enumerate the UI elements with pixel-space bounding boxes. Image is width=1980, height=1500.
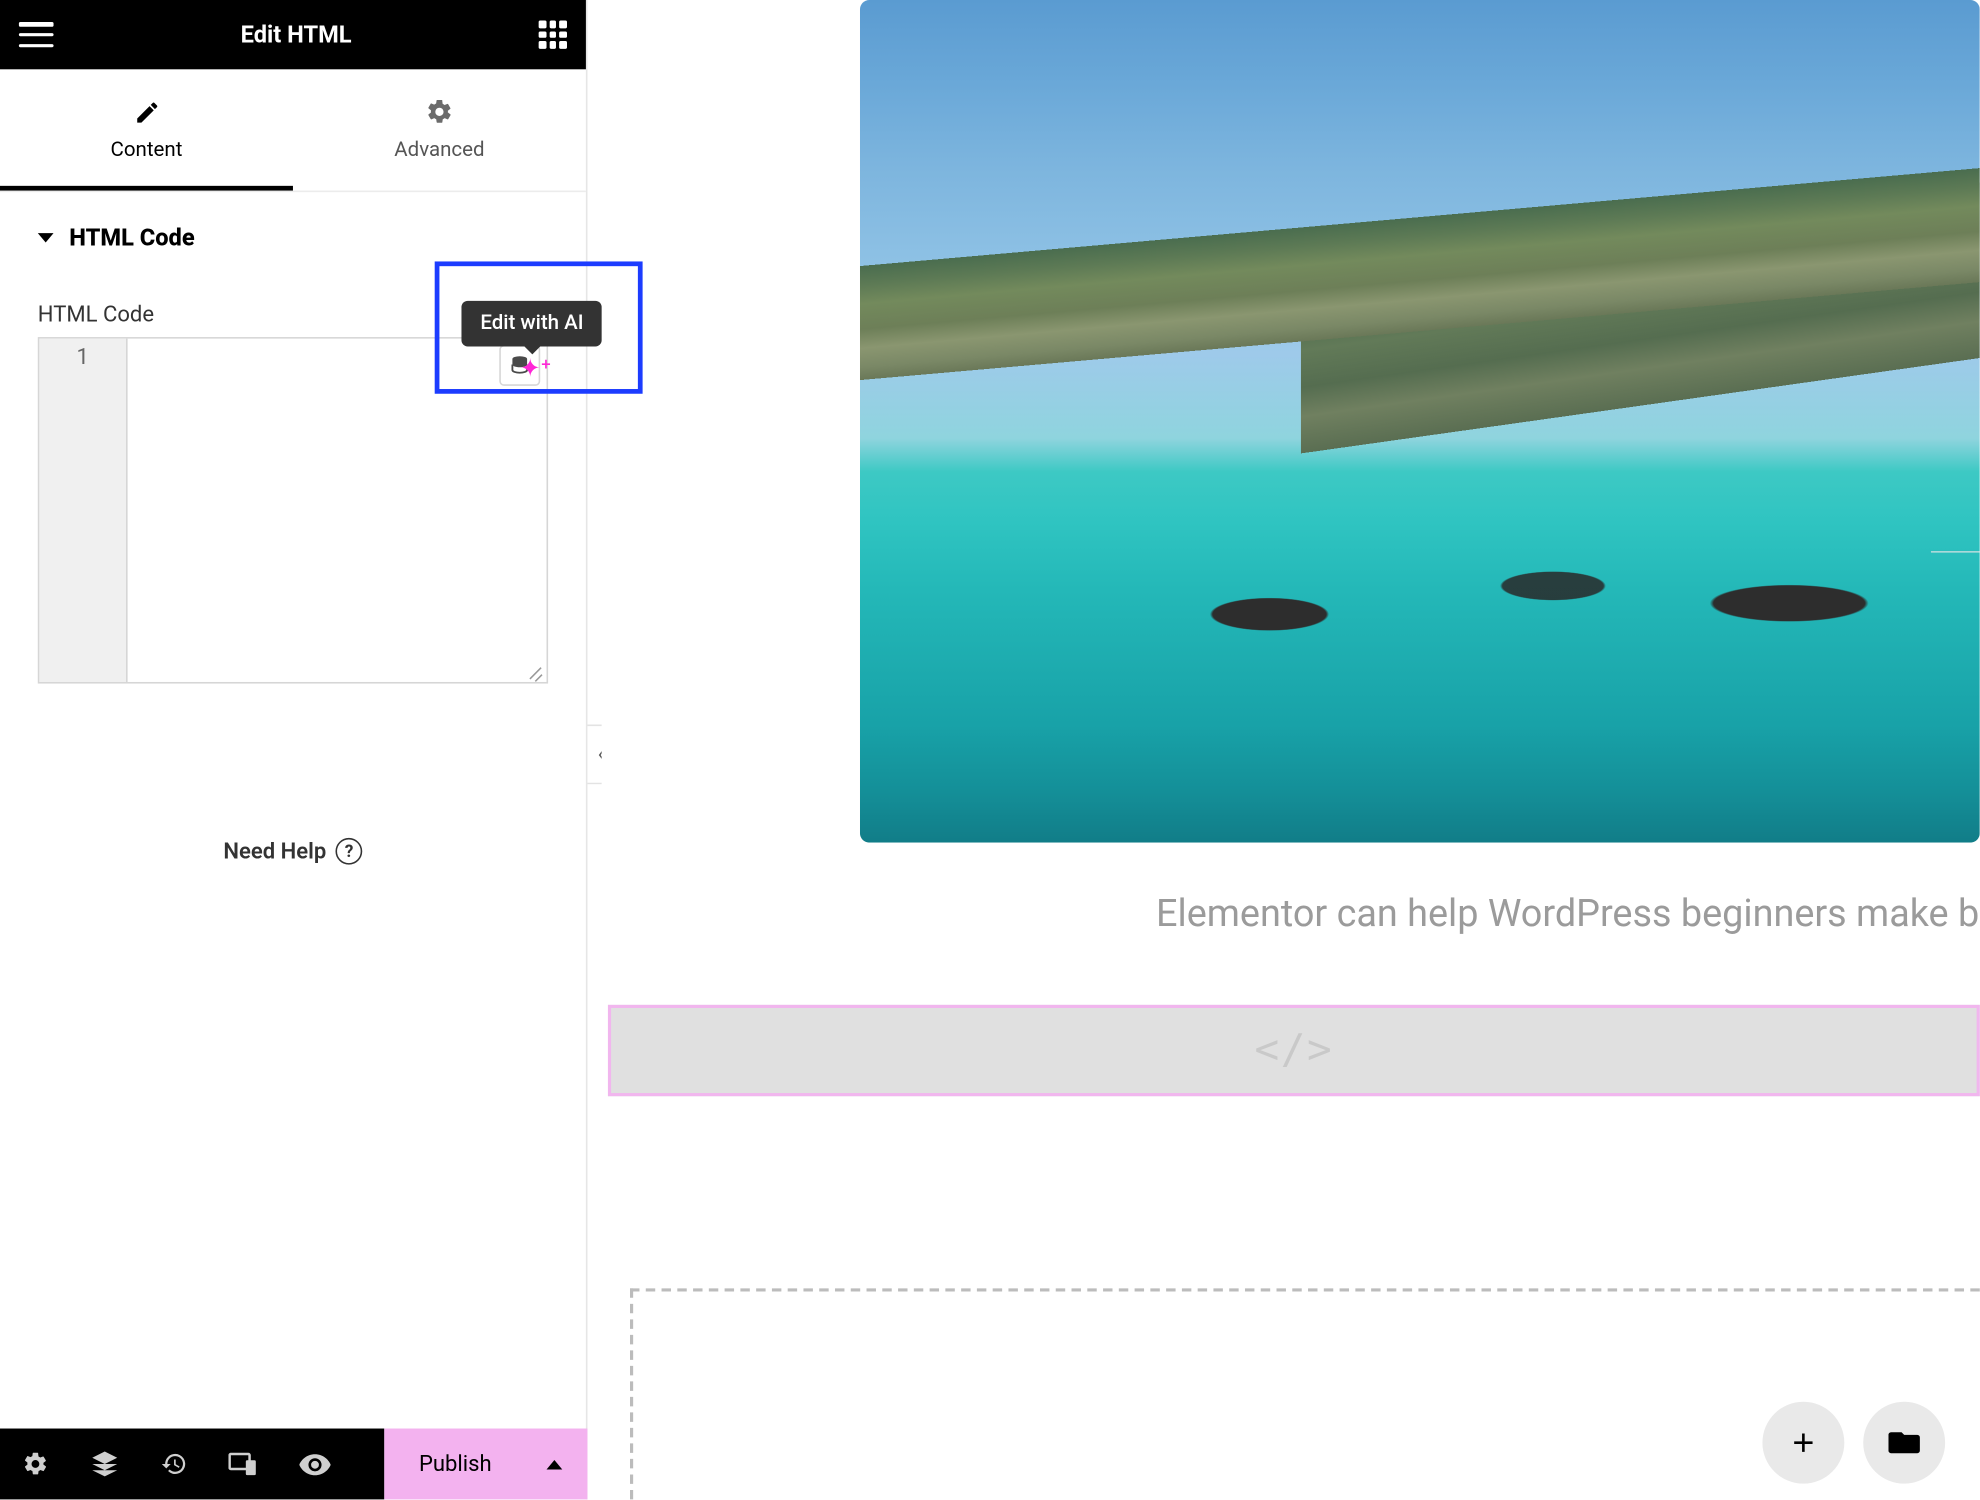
editor-sidebar: Edit HTML Content Advanced HTML Code	[0, 0, 587, 1499]
settings-icon[interactable]	[22, 1451, 49, 1478]
preview-canvas: Elementor can help WordPress beginners m…	[602, 0, 1980, 1499]
plus-icon	[1788, 1427, 1820, 1459]
preview-icon[interactable]	[299, 1453, 331, 1475]
panel-title: Edit HTML	[54, 20, 539, 48]
resize-handle[interactable]	[528, 663, 544, 679]
publish-button[interactable]: Publish	[384, 1429, 587, 1500]
section-title: HTML Code	[69, 224, 194, 252]
tab-advanced-label: Advanced	[394, 139, 484, 163]
gear-icon	[425, 98, 453, 126]
help-label: Need Help	[223, 839, 326, 864]
folder-icon	[1888, 1429, 1920, 1457]
history-icon[interactable]	[161, 1451, 188, 1478]
chevron-up-icon	[547, 1459, 563, 1468]
tab-content[interactable]: Content	[0, 69, 293, 190]
need-help-link[interactable]: Need Help ?	[0, 838, 586, 865]
tab-advanced[interactable]: Advanced	[293, 69, 586, 190]
hero-caption: Elementor can help WordPress beginners m…	[1156, 891, 1980, 935]
pencil-icon	[133, 98, 160, 125]
sparkle-icon[interactable]: ✦⁺	[520, 353, 551, 383]
line-gutter: 1	[39, 339, 127, 682]
line-number: 1	[39, 345, 126, 370]
menu-icon[interactable]	[19, 22, 54, 47]
hero-image	[860, 0, 1980, 843]
widget-dropzone[interactable]	[630, 1288, 1980, 1499]
help-icon: ?	[336, 838, 363, 865]
responsive-icon[interactable]	[228, 1451, 258, 1478]
sidebar-header: Edit HTML	[0, 0, 586, 69]
html-widget-placeholder[interactable]: </>	[608, 1005, 1980, 1096]
ai-tooltip: Edit with AI	[461, 301, 602, 347]
navigator-icon[interactable]	[90, 1449, 120, 1479]
sidebar-footer: Publish	[0, 1429, 587, 1500]
tab-content-label: Content	[111, 138, 183, 162]
widgets-grid-icon[interactable]	[539, 20, 567, 48]
panel-tabs: Content Advanced	[0, 69, 586, 192]
template-library-button[interactable]	[1863, 1402, 1945, 1484]
add-widget-button[interactable]	[1762, 1402, 1844, 1484]
chevron-down-icon	[38, 233, 54, 242]
publish-label: Publish	[419, 1451, 492, 1476]
section-html-code[interactable]: HTML Code	[0, 192, 586, 268]
code-icon: </>	[1255, 1027, 1334, 1074]
